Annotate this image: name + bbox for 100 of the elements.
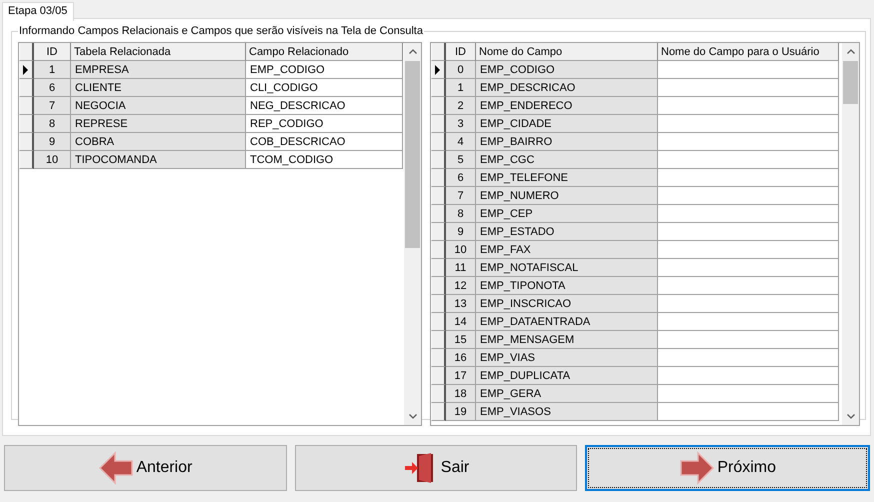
table-cell: EMP_GERA (476, 385, 658, 403)
row-indicator[interactable] (431, 277, 446, 295)
table-cell: EMP_CEP (476, 205, 658, 223)
scrollbar[interactable] (404, 43, 421, 425)
table-cell: EMP_CODIGO (246, 61, 403, 79)
row-indicator[interactable] (431, 169, 446, 187)
row-indicator[interactable] (431, 97, 446, 115)
row-indicator[interactable] (431, 349, 446, 367)
current-row-icon (435, 64, 440, 74)
row-indicator[interactable] (431, 187, 446, 205)
table-cell: CLI_CODIGO (246, 79, 403, 97)
table-cell: 3 (446, 115, 476, 133)
table-cell: 0 (446, 61, 476, 79)
row-indicator[interactable] (431, 61, 446, 79)
table-cell: EMP_VIAS (476, 349, 658, 367)
row-indicator[interactable] (431, 79, 446, 97)
table-cell: CLIENTE (71, 79, 246, 97)
table-cell: 12 (446, 277, 476, 295)
column-header[interactable]: Nome do Campo (476, 43, 658, 61)
scroll-thumb[interactable] (843, 61, 858, 104)
table-cell: EMP_NUMERO (476, 187, 658, 205)
row-indicator[interactable] (431, 115, 446, 133)
scroll-down-icon[interactable] (408, 414, 416, 419)
table-cell: 18 (446, 385, 476, 403)
table-cell: 2 (446, 97, 476, 115)
row-indicator[interactable] (19, 133, 34, 151)
table-cell: EMP_VIASOS (476, 403, 658, 421)
row-indicator[interactable] (431, 295, 446, 313)
scroll-up-icon[interactable] (846, 49, 854, 54)
table-cell: 9 (34, 133, 71, 151)
button[interactable]: Próximo (585, 445, 870, 491)
table-cell: 17 (446, 367, 476, 385)
row-indicator[interactable] (431, 223, 446, 241)
row-indicator[interactable] (431, 385, 446, 403)
current-row-icon (23, 64, 28, 74)
table-cell: EMP_TELEFONE (476, 169, 658, 187)
table-cell: EMP_DUPLICATA (476, 367, 658, 385)
data-grid[interactable] (430, 42, 860, 426)
table-cell: EMP_DATAENTRADA (476, 313, 658, 331)
row-indicator[interactable] (19, 151, 34, 169)
table-cell: EMP_ESTADO (476, 223, 658, 241)
button[interactable]: Sair (294, 445, 578, 491)
arrow-left-icon (98, 450, 134, 486)
button[interactable]: Anterior (4, 445, 287, 491)
row-indicator[interactable] (431, 367, 446, 385)
table-cell: EMP_MENSAGEM (476, 331, 658, 349)
table-cell: 6 (34, 79, 71, 97)
table-cell: 16 (446, 349, 476, 367)
table-cell: REP_CODIGO (246, 115, 403, 133)
table-cell: EMP_ENDERECO (476, 97, 658, 115)
table-cell: EMP_FAX (476, 241, 658, 259)
table-cell: TIPOCOMANDA (71, 151, 246, 169)
scroll-down-icon[interactable] (846, 414, 854, 419)
row-indicator[interactable] (19, 115, 34, 133)
arrow-right-icon (679, 450, 716, 486)
group-title: Informando Campos Relacionais e Campos que serão visíveis na Tela de Consulta (18, 25, 424, 37)
table-cell: 13 (446, 295, 476, 313)
table-cell: EMP_CIDADE (476, 115, 658, 133)
table-cell: NEG_DESCRICAO (246, 97, 403, 115)
row-indicator[interactable] (19, 97, 34, 115)
row-indicator[interactable] (431, 259, 446, 277)
table-cell: 19 (446, 403, 476, 421)
table-cell: 9 (446, 223, 476, 241)
table-cell: EMP_CODIGO (476, 61, 658, 79)
scrollbar[interactable] (842, 43, 859, 425)
row-indicator[interactable] (19, 61, 34, 79)
table-cell: EMPRESA (71, 61, 246, 79)
table-cell: 10 (34, 151, 71, 169)
row-indicator[interactable] (431, 205, 446, 223)
row-indicator[interactable] (431, 331, 446, 349)
table-cell: 1 (34, 61, 71, 79)
column-header[interactable]: ID (34, 43, 71, 61)
table-cell: 7 (446, 187, 476, 205)
data-grid[interactable]: ID Tabela Relacionada Campo Relacionado 1 EMPRESA EMP_CODIGO 6 CLIENTE CLI_CODIGO 7 NEGOCIA NEG_DESCRICAO 8 REPRESE REP_CODIGO 9 COBRA COB_DESCRICAO 10 TIPOCOMANDA TCOM_CODIGO (18, 42, 422, 426)
row-indicator[interactable] (431, 403, 446, 421)
table-cell: 14 (446, 313, 476, 331)
table-cell: EMP_DESCRICAO (476, 79, 658, 97)
table-cell: EMP_NOTAFISCAL (476, 259, 658, 277)
column-header[interactable]: Campo Relacionado (246, 43, 403, 61)
scroll-thumb[interactable] (405, 61, 420, 248)
table-cell: EMP_TIPONOTA (476, 277, 658, 295)
table-cell: REPRESE (71, 115, 246, 133)
table-cell: 5 (446, 151, 476, 169)
table-cell: 15 (446, 331, 476, 349)
tab[interactable]: Etapa 03/05 (2, 2, 74, 21)
column-header[interactable]: ID (446, 43, 476, 61)
column-header[interactable]: Nome do Campo para o Usuário (658, 43, 839, 61)
column-header[interactable]: Tabela Relacionada (71, 43, 246, 61)
table-cell: COB_DESCRICAO (246, 133, 403, 151)
scroll-up-icon[interactable] (408, 49, 416, 54)
table-cell: TCOM_CODIGO (246, 151, 403, 169)
table-cell: NEGOCIA (71, 97, 246, 115)
table-cell: 7 (34, 97, 71, 115)
row-indicator[interactable] (19, 79, 34, 97)
table-cell: COBRA (71, 133, 246, 151)
row-indicator[interactable] (431, 313, 446, 331)
row-indicator[interactable] (431, 133, 446, 151)
table-cell: 6 (446, 169, 476, 187)
row-indicator[interactable] (431, 151, 446, 169)
row-indicator[interactable] (431, 241, 446, 259)
